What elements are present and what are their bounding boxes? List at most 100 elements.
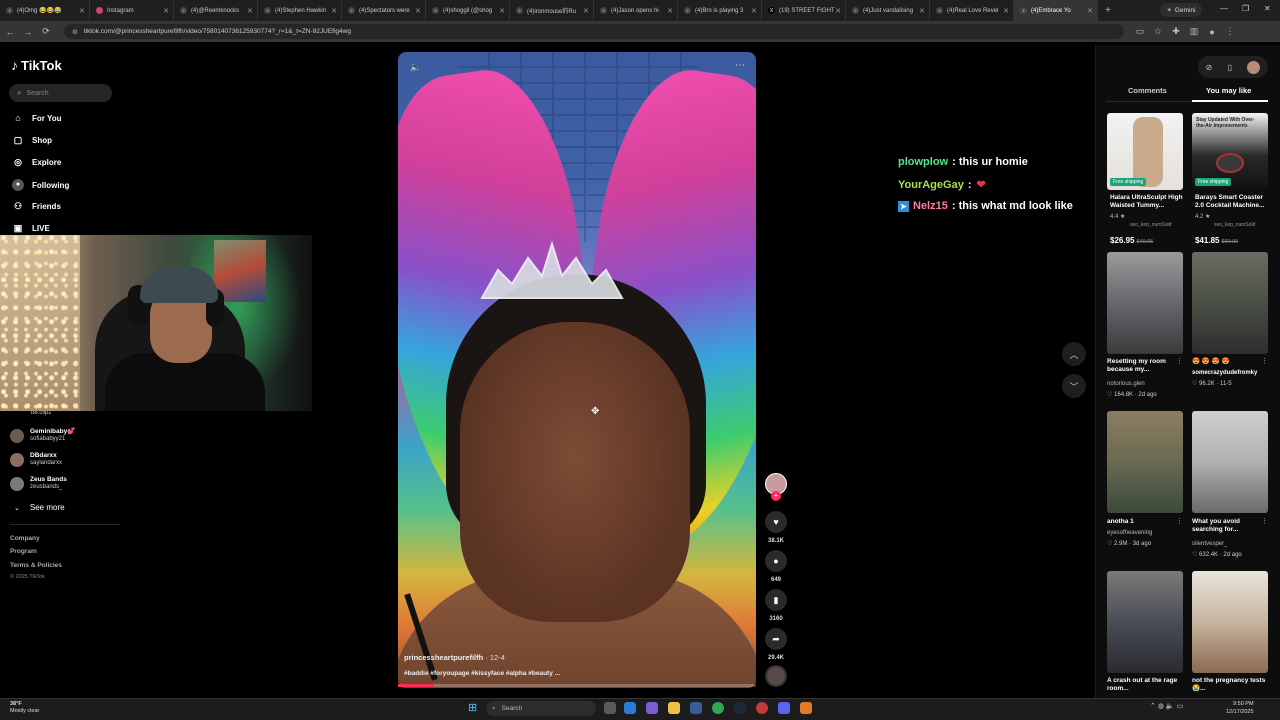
profile-icon[interactable]: ● (1204, 27, 1220, 37)
app-icon[interactable] (800, 702, 812, 714)
video-player[interactable] (398, 52, 756, 688)
product-title[interactable]: Halara UltraSculpt High Waisted Tummy... (1110, 194, 1186, 210)
tiktok-logo[interactable]: ♪ TikTok (11, 57, 62, 73)
taskbar-search-input[interactable]: ⌕ Search (486, 701, 596, 716)
inbox-icon[interactable]: ▯ (1228, 63, 1232, 72)
video-card-title[interactable]: anotha 1 (1107, 518, 1183, 526)
next-video-button[interactable]: ﹀ (1062, 374, 1086, 398)
more-options-icon[interactable]: ⋯ (735, 60, 745, 71)
weather-widget[interactable]: 38°F Mostly clear (10, 701, 39, 715)
bookmark-star-icon[interactable]: ☆ (1150, 26, 1166, 37)
video-card-author[interactable]: silentvesper_ (1192, 541, 1227, 547)
close-icon[interactable]: ✕ (751, 7, 757, 15)
app-icon[interactable] (756, 702, 768, 714)
video-author[interactable]: princessheartpurefilfh · 12-4 (404, 653, 505, 662)
following-account[interactable]: b8.clipz (10, 410, 51, 417)
close-icon[interactable]: ✕ (247, 7, 253, 15)
more-options-icon[interactable]: ⋮ (1261, 357, 1268, 365)
sidebar-item-following[interactable]: ● Following (12, 179, 69, 191)
back-icon[interactable]: ← (2, 27, 18, 37)
browser-tab[interactable]: ♪ (4)Real Love Revel ✕ (930, 0, 1014, 21)
following-account[interactable]: Geminibaby💕 sofiababyy21 (10, 428, 75, 443)
minimize-icon[interactable]: — (1220, 4, 1228, 13)
taskbar-clock[interactable]: 9:50 PM 12/17/2025 (1226, 700, 1254, 716)
app-icon[interactable] (646, 702, 658, 714)
browser-tab[interactable]: ♪ (4)Jason opens hi ✕ (594, 0, 678, 21)
upload-icon[interactable]: ⊘ (1206, 63, 1213, 72)
task-view-icon[interactable] (604, 702, 616, 714)
more-options-icon[interactable]: ⋮ (1176, 357, 1183, 365)
video-card-thumbnail[interactable] (1192, 252, 1268, 354)
close-icon[interactable]: ✕ (415, 7, 421, 15)
video-card-title[interactable]: Resetting my room because my... (1107, 358, 1183, 374)
browser-tab-active[interactable]: ♪ (4)Embrace Yo ✕ (1014, 0, 1098, 21)
browser-tab[interactable]: ♪ (4)@Reemknocks ✕ (174, 0, 258, 21)
product-card-thumbnail[interactable]: Free shipping (1107, 113, 1183, 190)
system-tray[interactable]: ⌃ ◍ 🔈 ▭ (1150, 702, 1183, 710)
volume-icon[interactable]: 🔈 (410, 62, 421, 73)
browser-tab[interactable]: ♪ (4)Stephen Hawkin ✕ (258, 0, 342, 21)
close-icon[interactable]: ✕ (499, 7, 505, 15)
search-input[interactable]: ⌕ Search (9, 84, 112, 102)
browser-tab[interactable]: ♪ (4)Just vandalising ✕ (846, 0, 930, 21)
video-card-author[interactable]: somecrazydudefromky (1192, 370, 1257, 376)
close-icon[interactable]: ✕ (1087, 7, 1093, 15)
follow-plus-icon[interactable]: + (771, 491, 781, 501)
reload-icon[interactable]: ⟳ (38, 26, 54, 37)
gemini-button[interactable]: ✦ Gemini (1160, 3, 1202, 17)
url-field[interactable]: ⚙ tiktok.com/@princessheartpurefilfh/vide… (64, 24, 1124, 39)
video-card-thumbnail[interactable] (1107, 411, 1183, 513)
video-card-thumbnail[interactable] (1107, 252, 1183, 354)
sidebar-item-explore[interactable]: ◎ Explore (12, 157, 61, 168)
close-icon[interactable]: ✕ (163, 7, 169, 15)
video-card-title[interactable]: A crash out at the rage room... (1107, 677, 1183, 693)
chrome-icon[interactable] (712, 702, 724, 714)
cast-icon[interactable]: ▭ (1132, 26, 1148, 37)
share-button[interactable]: ➦ 29.4K (765, 628, 787, 661)
windows-start-icon[interactable]: ⊞ (468, 702, 480, 714)
browser-tab[interactable]: ♪ (4)ironmouse的Ru ✕ (510, 0, 594, 21)
browser-tab[interactable]: ♪ (4)Spectators were ✕ (342, 0, 426, 21)
steam-icon[interactable] (734, 702, 746, 714)
network-icon[interactable]: ◍ (1158, 703, 1164, 710)
chevron-up-icon[interactable]: ⌃ (1150, 703, 1156, 710)
footer-link-terms[interactable]: Terms & Policies (10, 562, 62, 569)
browser-tab[interactable]: Instagram ✕ (90, 0, 174, 21)
file-explorer-icon[interactable] (668, 702, 680, 714)
sidebar-item-live[interactable]: ▣ LIVE (12, 223, 50, 234)
user-avatar[interactable] (1247, 60, 1261, 74)
video-card-thumbnail[interactable] (1192, 411, 1268, 513)
close-icon[interactable]: ✕ (583, 7, 589, 15)
close-icon[interactable]: ✕ (919, 7, 925, 15)
close-icon[interactable]: ✕ (667, 7, 673, 15)
browser-tab[interactable]: ♪ (4)shoggil (@shog ✕ (426, 0, 510, 21)
music-disc-icon[interactable] (765, 665, 787, 687)
discord-icon[interactable] (778, 702, 790, 714)
browser-tab[interactable]: ♪ (4)Omg 😂😂😂 ✕ (0, 0, 90, 21)
new-tab-button[interactable]: + (1098, 5, 1118, 16)
close-icon[interactable]: ✕ (79, 7, 85, 15)
sidepanel-icon[interactable]: ▥ (1186, 26, 1202, 37)
tab-comments[interactable]: Comments (1128, 86, 1167, 95)
video-card-author[interactable]: notorious.glen (1107, 381, 1145, 387)
video-progress-bar[interactable] (398, 684, 756, 687)
see-more-button[interactable]: ⌄ See more (14, 503, 65, 512)
footer-link-company[interactable]: Company (10, 535, 40, 542)
more-options-icon[interactable]: ⋮ (1176, 517, 1183, 525)
like-button[interactable]: ♥ 38.1K (765, 511, 787, 544)
following-account[interactable]: Zeus Bands zeusbands_ (10, 476, 67, 491)
video-card-thumbnail[interactable] (1107, 571, 1183, 673)
maximize-icon[interactable]: ❐ (1242, 4, 1249, 13)
video-card-author[interactable]: eyesofheavening (1107, 530, 1152, 536)
battery-icon[interactable]: ▭ (1177, 703, 1184, 710)
browser-tab[interactable]: X (19) STREET FIGHT ✕ (762, 0, 846, 21)
more-options-icon[interactable]: ⋮ (1261, 517, 1268, 525)
product-title[interactable]: Barays Smart Coaster 2.0 Cocktail Machin… (1195, 194, 1271, 210)
bookmark-button[interactable]: ▮ 3160 (765, 589, 787, 622)
sidebar-item-shop[interactable]: ▢ Shop (12, 135, 52, 146)
video-card-title[interactable]: not the pregnancy tests 😭... (1192, 677, 1268, 693)
browser-menu-icon[interactable]: ⋮ (1222, 26, 1238, 37)
speaker-icon[interactable]: 🔈 (1166, 703, 1175, 710)
close-icon[interactable]: ✕ (1003, 7, 1009, 15)
close-icon[interactable]: ✕ (835, 7, 841, 15)
